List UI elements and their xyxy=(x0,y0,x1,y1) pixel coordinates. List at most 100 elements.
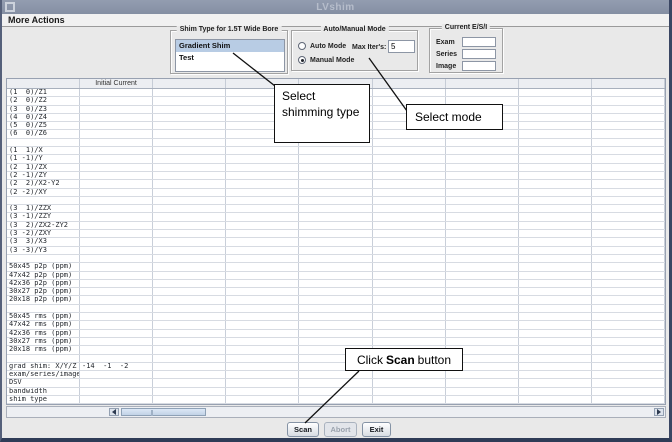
table-row[interactable]: (3 3)/X3 xyxy=(7,238,665,246)
exam-label: Exam xyxy=(436,39,462,46)
manual-mode-radio[interactable] xyxy=(298,56,306,64)
data-cell xyxy=(226,172,299,179)
table-row[interactable]: 20x18 rms (ppm) xyxy=(7,346,665,354)
data-cell xyxy=(592,197,665,204)
image-input[interactable] xyxy=(462,61,496,71)
table-row[interactable]: (3 -2)/ZXY xyxy=(7,230,665,238)
data-cell xyxy=(226,164,299,171)
table-row[interactable]: (3 -1)/ZZY xyxy=(7,213,665,221)
window-menu-icon[interactable] xyxy=(5,2,15,12)
table-row[interactable]: 30x27 p2p (ppm) xyxy=(7,288,665,296)
row-label: (3 3)/X3 xyxy=(7,238,80,245)
data-cell xyxy=(299,263,372,270)
data-cell xyxy=(446,330,519,337)
scrollbar-thumb[interactable] xyxy=(121,408,206,416)
table-row[interactable] xyxy=(7,255,665,263)
table-row[interactable]: (2 -2)/XY xyxy=(7,189,665,197)
data-cell xyxy=(226,330,299,337)
main-panel: Shim Type for 1.5T Wide Bore Gradient Sh… xyxy=(2,27,669,438)
table-row[interactable]: grad shim: X/Y/Z-14 -1 -2 xyxy=(7,363,665,371)
row-label: (3 0)/Z3 xyxy=(7,106,80,113)
table-row[interactable]: (3 -3)/Y3 xyxy=(7,247,665,255)
max-iters-input[interactable] xyxy=(388,40,415,53)
data-cell xyxy=(519,296,592,303)
data-cell xyxy=(153,213,226,220)
table-row[interactable]: 47x42 p2p (ppm) xyxy=(7,272,665,280)
data-cell xyxy=(519,89,592,96)
data-cell xyxy=(153,97,226,104)
data-cell xyxy=(446,222,519,229)
series-input[interactable] xyxy=(462,49,496,59)
data-cell xyxy=(226,371,299,378)
data-cell xyxy=(446,130,519,137)
row-label: (3 -2)/ZXY xyxy=(7,230,80,237)
manual-mode-radio-row: Manual Mode xyxy=(298,56,354,64)
table-row[interactable]: 50x45 p2p (ppm) xyxy=(7,263,665,271)
scroll-left-icon xyxy=(112,409,116,415)
data-cell xyxy=(153,172,226,179)
scroll-right-button[interactable] xyxy=(654,408,664,416)
data-cell xyxy=(80,313,153,320)
data-cell xyxy=(80,222,153,229)
table-row[interactable]: (1 -1)/Y xyxy=(7,155,665,163)
table-row[interactable]: 42x36 p2p (ppm) xyxy=(7,280,665,288)
data-cell xyxy=(446,388,519,395)
data-cell xyxy=(153,305,226,312)
table-row[interactable]: 47x42 rms (ppm) xyxy=(7,321,665,329)
esi-group-title: Current E/S/I xyxy=(442,24,490,31)
exam-input[interactable] xyxy=(462,37,496,47)
table-row[interactable] xyxy=(7,197,665,205)
table-row[interactable]: 30x27 rms (ppm) xyxy=(7,338,665,346)
scan-button[interactable]: Scan xyxy=(287,422,319,437)
table-row[interactable]: (1 1)/X xyxy=(7,147,665,155)
scroll-left-button[interactable] xyxy=(109,408,119,416)
data-cell xyxy=(153,247,226,254)
data-cell xyxy=(153,330,226,337)
data-cell xyxy=(373,180,446,187)
data-cell xyxy=(592,388,665,395)
data-cell xyxy=(80,280,153,287)
table-row[interactable]: (2 1)/ZX xyxy=(7,164,665,172)
data-cell xyxy=(299,164,372,171)
table-row[interactable]: shim type xyxy=(7,396,665,404)
data-cell xyxy=(446,247,519,254)
data-cell xyxy=(446,371,519,378)
data-cell xyxy=(373,338,446,345)
table-row[interactable]: (3 2)/ZX2-ZY2 xyxy=(7,222,665,230)
shim-type-option-test[interactable]: Test xyxy=(176,52,284,64)
data-cell xyxy=(592,205,665,212)
table-row[interactable]: DSV xyxy=(7,379,665,387)
data-cell xyxy=(519,363,592,370)
lvshim-window: LVshim More Actions Shim Type for 1.5T W… xyxy=(0,0,672,442)
table-row[interactable]: 42x36 rms (ppm) xyxy=(7,330,665,338)
table-row[interactable]: (2 2)/X2-Y2 xyxy=(7,180,665,188)
table-row[interactable]: bandwidth xyxy=(7,388,665,396)
horizontal-scrollbar[interactable] xyxy=(6,406,666,418)
row-label: (2 2)/X2-Y2 xyxy=(7,180,80,187)
shim-type-option-gradient-shim[interactable]: Gradient Shim xyxy=(176,40,284,52)
table-row[interactable]: exam/series/image xyxy=(7,371,665,379)
data-cell xyxy=(592,213,665,220)
data-cell xyxy=(592,355,665,362)
data-cell xyxy=(446,296,519,303)
table-row[interactable]: (2 -1)/ZY xyxy=(7,172,665,180)
data-cell xyxy=(519,330,592,337)
data-cell xyxy=(299,296,372,303)
row-label: shim type xyxy=(7,396,80,403)
callout-scan-bold: Scan xyxy=(386,353,415,367)
menu-more-actions[interactable]: More Actions xyxy=(8,15,65,25)
data-cell xyxy=(373,288,446,295)
table-row[interactable] xyxy=(7,305,665,313)
data-cell xyxy=(519,280,592,287)
data-cell xyxy=(226,155,299,162)
exit-button[interactable]: Exit xyxy=(362,422,391,437)
table-row[interactable]: 50x45 rms (ppm) xyxy=(7,313,665,321)
data-cell xyxy=(519,155,592,162)
auto-mode-radio[interactable] xyxy=(298,42,306,50)
table-row[interactable]: 20x18 p2p (ppm) xyxy=(7,296,665,304)
table-row[interactable] xyxy=(7,355,665,363)
data-cell xyxy=(373,222,446,229)
table-row[interactable]: (3 1)/ZZX xyxy=(7,205,665,213)
data-cell xyxy=(446,147,519,154)
data-cell xyxy=(373,272,446,279)
